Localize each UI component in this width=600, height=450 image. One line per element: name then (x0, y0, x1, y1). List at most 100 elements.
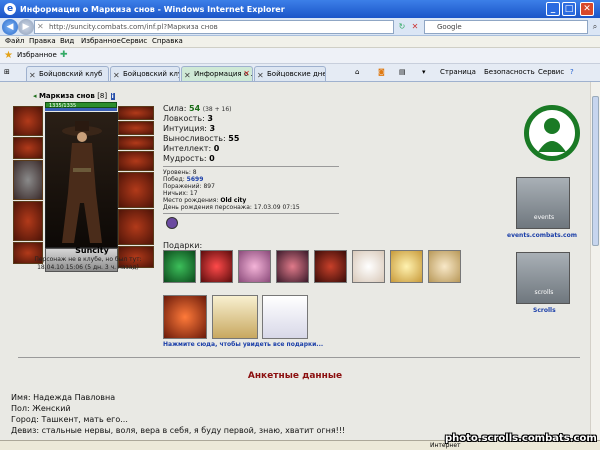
scrolls-banner[interactable]: scrolls (516, 252, 570, 304)
leggings-slot[interactable] (118, 209, 154, 245)
title-bar: e Информация о Маркиза снов - Windows In… (0, 0, 600, 18)
helmet-slot[interactable] (13, 106, 43, 136)
character-name: Маркиза снов (38, 92, 95, 100)
character-name-line: ◂ Маркиза снов [8] i (33, 92, 115, 100)
tab-page-icon: ✕ (257, 71, 264, 80)
tab-3-active[interactable]: ✕ Информация о ... ✕ (181, 66, 253, 81)
menu-tools[interactable]: Сервис (121, 37, 147, 45)
tab-bar: ⊞ ✕ Бойцовский клуб ✕ Бойцовский клуб ✕ … (0, 64, 600, 82)
earring-slot[interactable] (118, 106, 154, 120)
gift-item[interactable] (163, 295, 207, 339)
stat-label: Выносливость: (163, 134, 226, 143)
feeds-icon[interactable]: ◙ (378, 68, 385, 76)
info-badge-icon[interactable]: i (110, 93, 115, 100)
bio-title: Анкетные данные (247, 371, 343, 381)
gift-item[interactable] (390, 250, 423, 283)
stat-strength: Сила: 54 (38 + 16) (163, 104, 232, 113)
print-icon[interactable]: ▤ (399, 68, 406, 76)
refresh-icon[interactable]: ↻ (396, 21, 408, 33)
print-dropdown-icon[interactable]: ▾ (422, 68, 426, 76)
gift-item[interactable] (163, 250, 196, 283)
back-button[interactable]: ◀ (2, 19, 18, 35)
home-icon[interactable]: ⌂ (355, 68, 359, 76)
minimize-button[interactable]: _ (546, 2, 560, 16)
tab-2[interactable]: ✕ Бойцовский клуб (110, 66, 180, 81)
gift-item[interactable] (212, 295, 258, 339)
tab-1[interactable]: ✕ Бойцовский клуб (26, 66, 109, 81)
events-link[interactable]: events.combats.com (507, 232, 577, 239)
vertical-scrollbar[interactable] (590, 82, 600, 440)
menu-favorites[interactable]: Избранное (81, 37, 121, 45)
info-label: День рождения персонажа: (163, 204, 252, 211)
tab-close-icon[interactable]: ✕ (243, 67, 250, 81)
favorites-button[interactable]: Избранное (17, 51, 57, 59)
tab-label: Бойцовские днев... (267, 70, 326, 78)
stop-icon[interactable]: ✕ (409, 21, 421, 33)
stat-label: Ловкость: (163, 114, 205, 123)
ring-slot[interactable] (118, 136, 154, 150)
events-banner-text: events (533, 214, 555, 221)
stat-intuition: Интуиция: 3 (163, 124, 215, 133)
close-button[interactable]: ✕ (580, 2, 594, 16)
scrolls-link[interactable]: Scrolls (533, 307, 556, 314)
gifts-title: Подарки: (163, 241, 203, 250)
bio-name: Имя: Надежда Павловна (11, 393, 116, 402)
gift-item[interactable] (428, 250, 461, 283)
wins-link[interactable]: 5699 (187, 176, 204, 183)
stat-value: 54 (189, 104, 201, 113)
gift-item[interactable] (352, 250, 385, 283)
stat-value: 0 (213, 144, 220, 153)
search-input[interactable]: Google (424, 20, 588, 34)
divider (163, 213, 339, 214)
tools-menu[interactable]: Сервис (538, 68, 564, 76)
gift-item[interactable] (276, 250, 309, 283)
divider (163, 166, 339, 167)
maximize-button[interactable]: □ (562, 2, 576, 16)
help-icon[interactable]: ? (570, 68, 574, 76)
tab-4[interactable]: ✕ Бойцовские днев... (254, 66, 326, 81)
info-value: 17 (189, 190, 198, 197)
stat-value: 55 (228, 134, 240, 143)
page-menu[interactable]: Страница (440, 68, 476, 76)
stat-label: Интеллект: (163, 144, 212, 153)
city-name: Suncity (75, 246, 109, 255)
bio-motto: Девиз: стальные нервы, воля, вера в себя… (11, 426, 346, 435)
gift-item[interactable] (200, 250, 233, 283)
amulet-slot[interactable] (118, 121, 154, 135)
stat-agility: Ловкость: 3 (163, 114, 213, 123)
menu-help[interactable]: Справка (152, 37, 183, 45)
clan-badge-icon[interactable] (166, 217, 178, 229)
tab-label: Бойцовский клуб (39, 70, 103, 78)
stat-intellect: Интеллект: 0 (163, 144, 219, 153)
scrollbar-thumb[interactable] (592, 96, 599, 246)
stat-endurance: Выносливость: 55 (163, 134, 239, 143)
gift-item[interactable] (314, 250, 347, 283)
bracer-slot[interactable] (13, 137, 43, 159)
weapon-slot[interactable] (13, 160, 43, 200)
armor-slot[interactable] (13, 201, 43, 241)
url-text: http://suncity.combats.com/inf.pl?Маркиз… (49, 23, 218, 31)
add-favorite-icon[interactable]: ✚ (60, 50, 68, 60)
arrow-icon: ◂ (33, 92, 37, 100)
events-banner[interactable]: events (516, 177, 570, 229)
stat-extra: (38 + 16) (202, 106, 232, 113)
club-logo-icon[interactable] (524, 105, 580, 161)
forward-button[interactable]: ▶ (18, 19, 34, 35)
quick-tabs-icon[interactable]: ⊞ (4, 68, 10, 76)
search-go-icon[interactable]: ⌕ (589, 21, 600, 33)
gloves-slot[interactable] (118, 151, 154, 171)
menu-file[interactable]: Файл (5, 37, 24, 45)
menu-edit[interactable]: Правка (29, 37, 56, 45)
all-gifts-link[interactable]: Нажмите сюда, чтобы увидеть все подарки.… (163, 341, 323, 348)
menu-view[interactable]: Вид (60, 37, 74, 45)
url-input[interactable]: ✕ http://suncity.combats.com/inf.pl?Марк… (34, 20, 394, 34)
bio-city: Город: Ташкент, мать его... (11, 415, 128, 424)
gift-item[interactable] (262, 295, 308, 339)
safety-menu[interactable]: Безопасность (484, 68, 535, 76)
info-birthplace: Место рождения: Old city (163, 197, 246, 204)
stat-value: 3 (207, 114, 213, 123)
gift-item[interactable] (238, 250, 271, 283)
shield-slot[interactable] (118, 172, 154, 208)
info-value: Old city (220, 197, 247, 204)
favorites-star-icon[interactable]: ★ (4, 50, 13, 61)
